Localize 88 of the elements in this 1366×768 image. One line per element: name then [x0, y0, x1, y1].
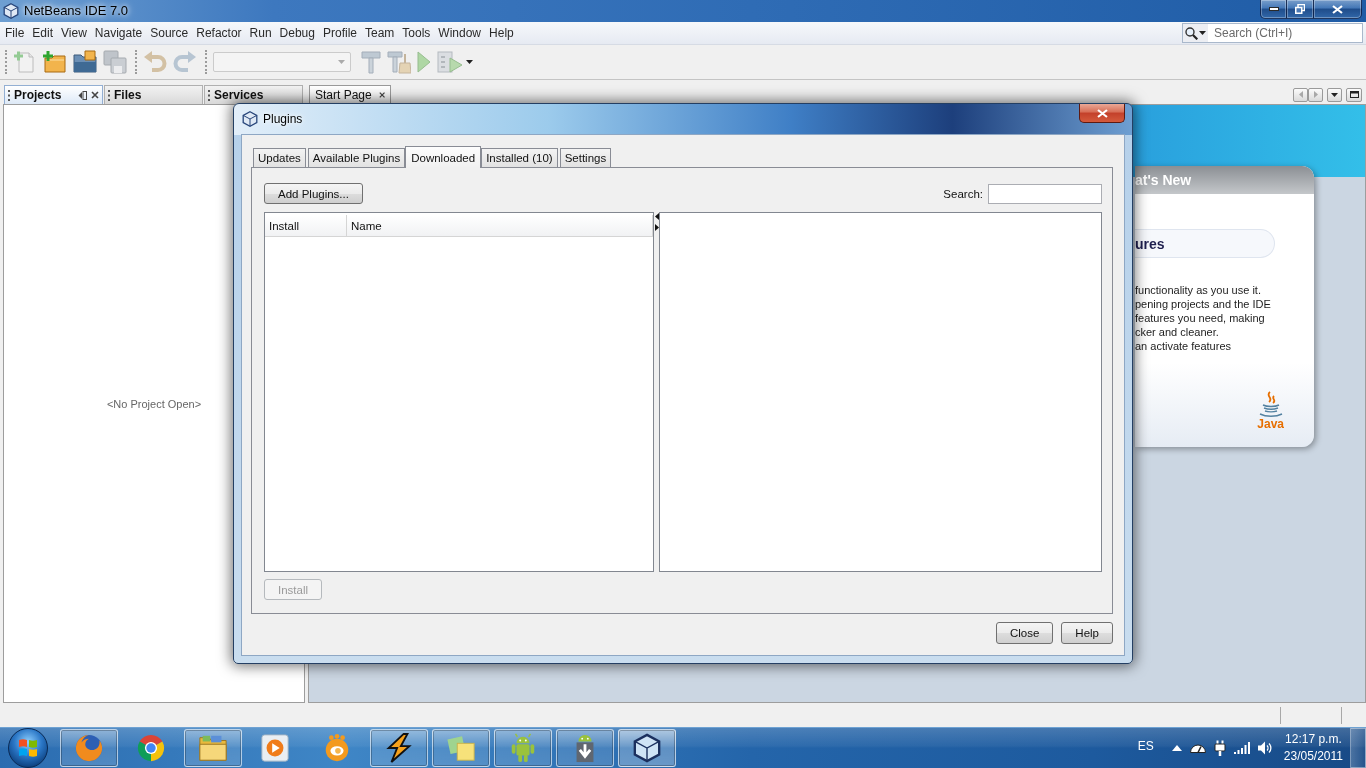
paragraph-line: pening projects and the IDE	[1135, 297, 1272, 311]
paragraph-line: functionality as you use it.	[1135, 283, 1262, 297]
menu-item[interactable]: Help	[485, 23, 518, 43]
empty-message: <No Project Open>	[106, 397, 202, 410]
menu-item[interactable]: Window	[434, 23, 486, 43]
maximize-button[interactable]	[1346, 87, 1362, 102]
restore-button[interactable]	[1286, 0, 1314, 19]
dialog-tab[interactable]: Downloaded	[405, 146, 482, 168]
plug-icon[interactable]	[1213, 740, 1226, 756]
windows-logo-icon	[8, 728, 48, 768]
caret-left-icon	[1298, 91, 1303, 98]
show-desktop-button[interactable]	[1350, 728, 1366, 768]
drag-handle-icon	[108, 89, 110, 101]
menu-item[interactable]: Profile	[319, 23, 361, 43]
scroll-left-button[interactable]	[1293, 87, 1308, 102]
card-title: at's New	[1135, 166, 1314, 194]
section-heading: ures	[1135, 229, 1275, 258]
cube-icon	[632, 733, 662, 763]
panel-tab[interactable]: Services	[204, 85, 303, 104]
column-header[interactable]: Name	[347, 215, 653, 236]
search-field[interactable]	[988, 183, 1102, 204]
caret-right-icon	[1313, 91, 1318, 98]
folder-icon	[198, 733, 228, 763]
restore-icon	[1295, 4, 1305, 14]
taskbar-button[interactable]	[370, 729, 428, 767]
clock-date[interactable]: 23/05/2011	[1283, 748, 1343, 765]
clock-time[interactable]: 12:17 p.m.	[1285, 731, 1342, 748]
close-icon	[1332, 4, 1343, 14]
caret-up-icon[interactable]	[1171, 745, 1182, 751]
menu-item[interactable]: Navigate	[90, 23, 147, 43]
speaker-icon[interactable]	[1257, 741, 1272, 755]
minimize-panel-icon[interactable]	[78, 90, 87, 100]
caret-icon	[338, 60, 345, 64]
menu-item[interactable]: Team	[361, 23, 399, 43]
dialog-title: Plugins	[263, 112, 303, 126]
dialog-button[interactable]: Close	[995, 622, 1054, 644]
close-button[interactable]	[1079, 104, 1125, 123]
folder-plus-icon[interactable]	[43, 50, 67, 74]
menu-item[interactable]: Tools	[398, 23, 435, 43]
panel-tab[interactable]: Files	[104, 85, 203, 104]
gauge-icon[interactable]	[1189, 743, 1206, 753]
paragraph-line: cker and cleaner.	[1135, 325, 1220, 339]
logo-text: Java	[1257, 418, 1284, 431]
splitter-arrows-icon[interactable]	[654, 213, 659, 231]
signal-bars-icon[interactable]	[1233, 742, 1250, 754]
menu-item[interactable]: Debug	[275, 23, 319, 43]
menu-item[interactable]: Source	[146, 23, 193, 43]
lightning-icon	[384, 733, 414, 763]
dialog-tab[interactable]: Updates	[253, 148, 306, 168]
close-icon	[1096, 108, 1108, 118]
taskbar-button[interactable]	[556, 729, 614, 767]
dialog-tab[interactable]: Settings	[559, 148, 612, 168]
sticky-notes-icon	[446, 733, 476, 763]
column-header[interactable]: Install	[265, 215, 347, 236]
tab-list-button[interactable]	[1327, 87, 1342, 102]
add-plugins-button[interactable]: Add Plugins...	[264, 183, 363, 204]
coffee-cup-icon	[1258, 391, 1283, 417]
open-folder-icon[interactable]	[73, 50, 97, 74]
close-icon[interactable]	[378, 91, 385, 99]
close-icon[interactable]	[91, 91, 99, 99]
language-indicator[interactable]: ES	[1137, 739, 1154, 753]
dialog-button[interactable]: Help	[1061, 622, 1113, 644]
globe-icon	[74, 733, 104, 763]
dialog-tab[interactable]: Installed (10)	[481, 148, 558, 168]
media-player-icon	[260, 733, 290, 763]
menu-item[interactable]: File	[1, 23, 29, 43]
taskbar-button[interactable]	[618, 729, 676, 767]
menu-item[interactable]: Edit	[28, 23, 58, 43]
drag-handle-icon	[208, 89, 210, 101]
caret-down-icon	[1331, 92, 1338, 97]
caret-icon[interactable]	[466, 60, 473, 64]
paragraph-line: an activate features	[1135, 339, 1232, 353]
cube-logo-icon	[242, 111, 258, 127]
menu-item[interactable]: Run	[245, 23, 276, 43]
paragraph-line: features you need, making	[1135, 311, 1266, 325]
drag-handle-icon	[8, 89, 10, 101]
browser-wheel-icon	[136, 733, 166, 763]
close-button[interactable]	[1313, 0, 1362, 19]
menu-item[interactable]: View	[57, 23, 91, 43]
panel-tab[interactable]: Projects	[4, 85, 103, 104]
minimize-button[interactable]	[1260, 0, 1287, 19]
maximize-icon	[1349, 91, 1359, 98]
dialog-tab[interactable]: Available Plugins	[307, 148, 406, 168]
cube-logo-icon	[3, 2, 19, 19]
search-label: Search:	[943, 187, 983, 200]
minimize-icon	[1268, 7, 1279, 11]
window-title: NetBeans IDE 7.0	[24, 3, 129, 18]
menu-item[interactable]: Refactor	[192, 23, 246, 43]
